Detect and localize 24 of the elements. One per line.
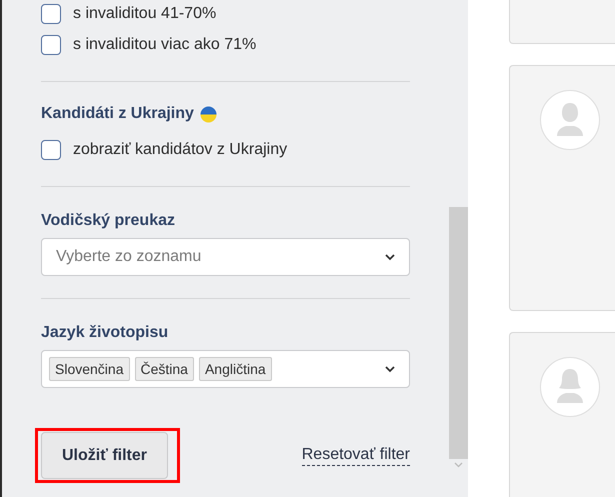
flag-icon xyxy=(200,106,217,122)
reset-filter-link[interactable]: Resetovať filter xyxy=(302,445,410,466)
chevron-down-icon xyxy=(385,254,395,260)
language-tag[interactable]: Angličtina xyxy=(198,357,272,381)
scroll-down-icon[interactable] xyxy=(454,462,463,468)
checkbox-label: s invaliditou 41-70% xyxy=(73,5,216,23)
checkbox-label: s invaliditou viac ako 71% xyxy=(73,36,256,54)
select-field[interactable]: Vyberte zo zoznamu xyxy=(41,238,410,276)
candidate-card[interactable] xyxy=(509,65,615,311)
avatar-icon xyxy=(540,357,600,417)
checkbox[interactable] xyxy=(41,140,61,160)
checkbox[interactable] xyxy=(41,35,61,55)
section-heading: Kandidáti z Ukrajiny xyxy=(41,105,194,123)
section-heading: Vodičský preukaz xyxy=(41,212,175,230)
language-tag[interactable]: Čeština xyxy=(134,357,194,381)
checkbox[interactable] xyxy=(41,4,61,24)
language-tag[interactable]: Slovenčina xyxy=(49,357,130,381)
chevron-down-icon xyxy=(385,366,395,372)
avatar-icon xyxy=(540,90,600,150)
save-filter-button[interactable]: Uložiť filter xyxy=(41,432,168,479)
scrollbar-thumb[interactable] xyxy=(449,207,468,459)
multi-select-field[interactable]: Slovenčina Čeština Angličtina xyxy=(41,350,410,388)
section-heading: Jazyk životopisu xyxy=(41,324,168,342)
checkbox-label: zobraziť kandidátov z Ukrajiny xyxy=(73,141,288,159)
